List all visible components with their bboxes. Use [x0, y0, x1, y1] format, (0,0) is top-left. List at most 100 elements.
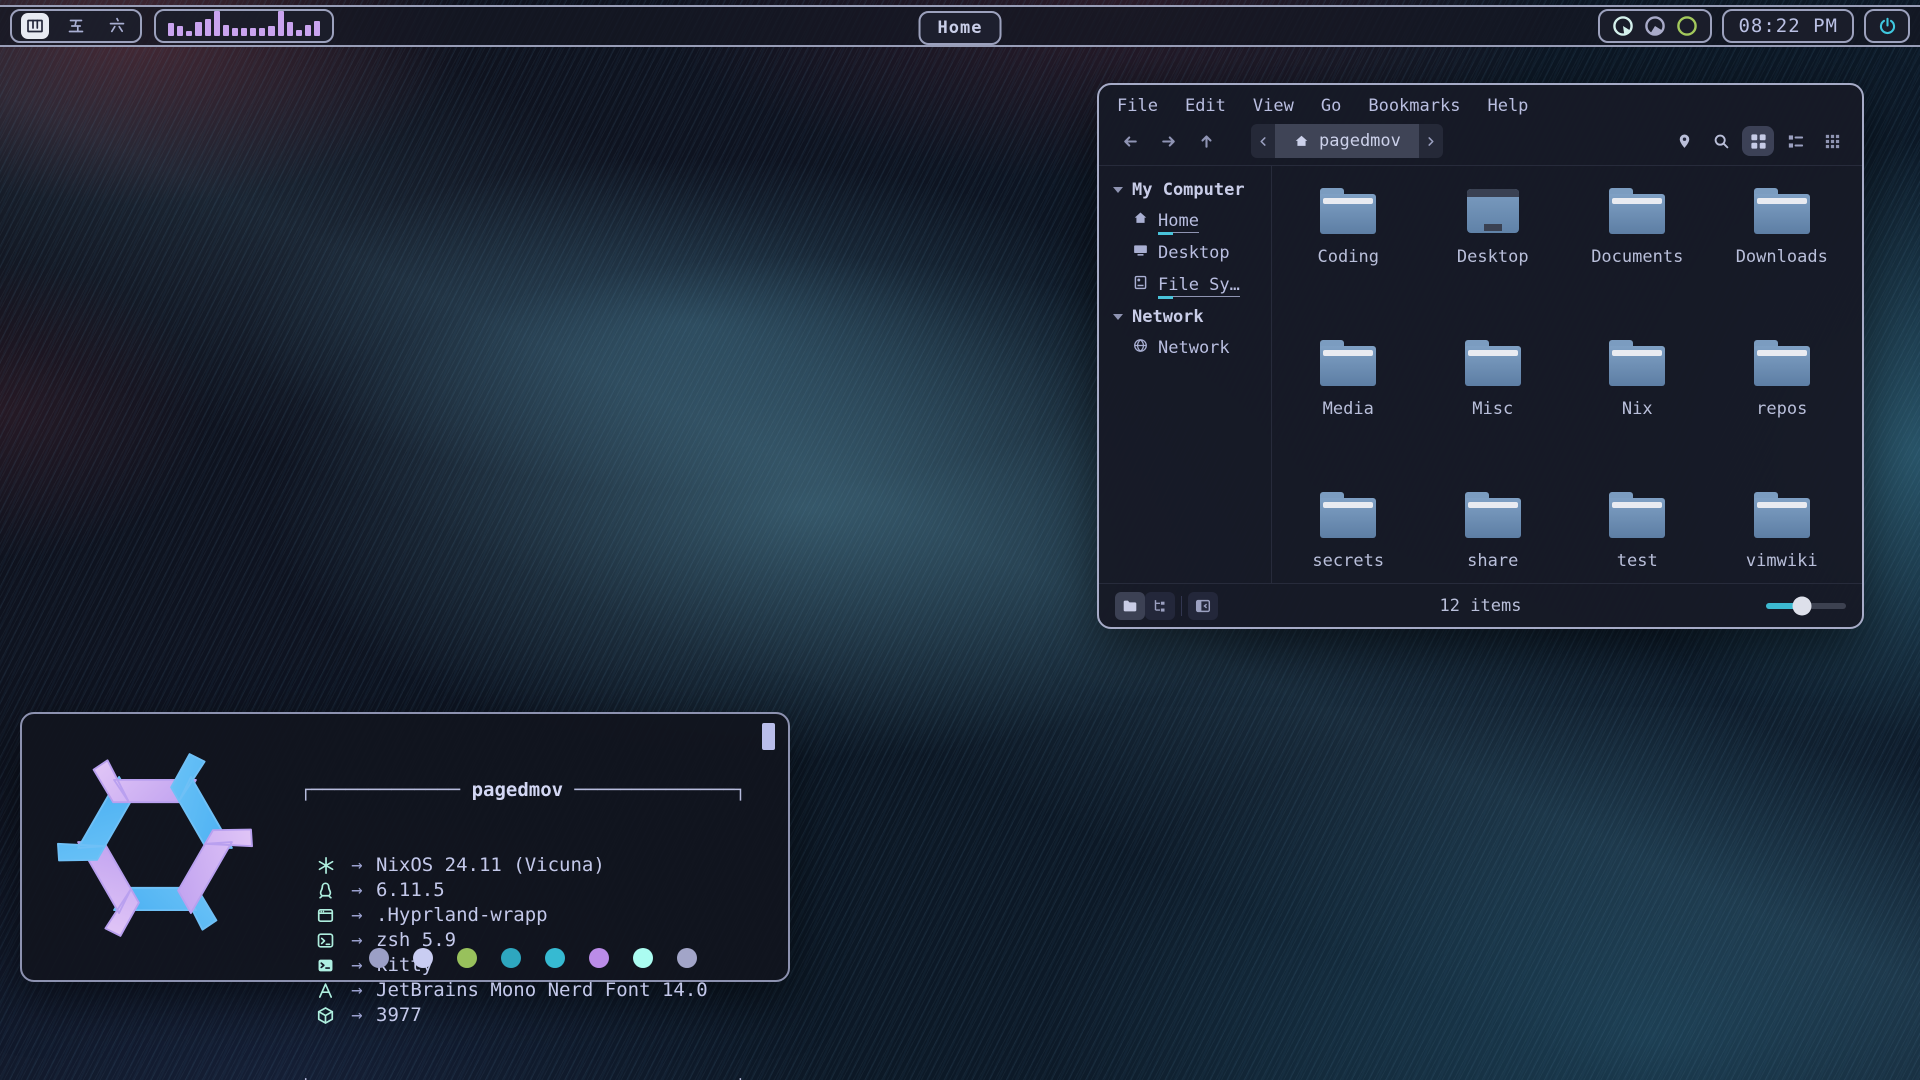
back-button[interactable]: [1113, 126, 1148, 156]
sidebar-item-desktop[interactable]: Desktop: [1113, 237, 1271, 269]
visualizer-bar: [287, 22, 293, 36]
file-item-nix[interactable]: Nix: [1565, 324, 1710, 476]
terminal-window[interactable]: ┌───────────── pagedmov ──────────────┐ …: [20, 712, 790, 982]
window-body: My ComputerHomeDesktopFile Sy…NetworkNet…: [1099, 166, 1862, 583]
file-item-media[interactable]: Media: [1276, 324, 1421, 476]
menu-go[interactable]: Go: [1321, 96, 1341, 116]
pane-toggle-buttons: [1115, 592, 1218, 620]
file-item-documents[interactable]: Documents: [1565, 172, 1710, 324]
menu-file[interactable]: File: [1117, 96, 1158, 116]
dir-tree-pane-button[interactable]: [1145, 592, 1175, 620]
fetch-row: →NixOS 24.11 (Vicuna): [300, 853, 766, 878]
file-item-share[interactable]: share: [1421, 476, 1566, 583]
path-bar: pagedmov: [1251, 124, 1443, 158]
places-sidebar: My ComputerHomeDesktopFile Sy… Network Net…: [1099, 166, 1271, 583]
section-label: Network: [1132, 307, 1204, 327]
system-monitor-rings: [1598, 9, 1712, 43]
arrow-glyph: →: [338, 978, 376, 1003]
slider-knob[interactable]: [1793, 596, 1812, 615]
location-pin-button[interactable]: [1668, 126, 1700, 156]
sidebar-section-network[interactable]: Network: [1113, 301, 1271, 332]
nixos-logo: [48, 738, 262, 952]
icon-zoom-slider[interactable]: [1766, 603, 1846, 609]
power-button[interactable]: [1864, 9, 1910, 43]
sidebar-item-home[interactable]: Home: [1113, 205, 1271, 237]
folder-icon: [1609, 492, 1665, 538]
visualizer-bar: [195, 22, 201, 36]
fetch-value: 6.11.5: [376, 878, 445, 903]
desktop-icon: [1132, 242, 1149, 264]
sidebar-item-filesy[interactable]: File Sy…: [1113, 269, 1271, 301]
visualizer-bar: [168, 23, 174, 36]
audio-visualizer: [154, 9, 334, 43]
up-button[interactable]: [1189, 126, 1224, 156]
fetch-box-top: ┌───────────── pagedmov ──────────────┐: [300, 778, 766, 803]
drive-icon: [1132, 274, 1149, 296]
sidebar-item-label: Network: [1158, 337, 1230, 359]
fetch-hostname: pagedmov: [460, 779, 574, 801]
visualizer-bar: [278, 11, 284, 36]
fetch-value: 3977: [376, 1003, 422, 1028]
file-item-label: share: [1467, 550, 1518, 572]
status-bar: 12 items: [1099, 583, 1862, 627]
file-item-label: repos: [1756, 398, 1807, 420]
file-item-label: Misc: [1472, 398, 1513, 420]
visualizer-bar: [259, 28, 265, 37]
forward-button[interactable]: [1151, 126, 1186, 156]
sidebar-item-network[interactable]: Network: [1113, 332, 1271, 364]
workspace-switcher[interactable]: [10, 9, 142, 43]
file-item-desktop[interactable]: Desktop: [1421, 172, 1566, 324]
arrow-glyph: →: [338, 903, 376, 928]
search-button[interactable]: [1705, 126, 1737, 156]
disk-ring: [1675, 14, 1699, 38]
visualizer-bar: [214, 11, 220, 36]
box-line-right: ──────────────┐: [575, 779, 747, 801]
compact-view-button[interactable]: [1779, 126, 1811, 156]
expander-icon: [1113, 187, 1123, 193]
palette-dot: [413, 948, 433, 968]
side-pane-toggle-button[interactable]: [1188, 592, 1218, 620]
file-item-label: Nix: [1622, 398, 1653, 420]
toolbar: pagedmov: [1099, 119, 1862, 165]
folder-icon: [1320, 188, 1376, 234]
visualizer-bar: [305, 25, 311, 36]
path-scroll-right[interactable]: [1419, 124, 1443, 158]
home-icon: [1132, 210, 1149, 232]
menu-help[interactable]: Help: [1487, 96, 1528, 116]
chevron-right-icon: [1424, 135, 1437, 148]
file-item-secrets[interactable]: secrets: [1276, 476, 1421, 583]
menu-edit[interactable]: Edit: [1185, 96, 1226, 116]
file-item-coding[interactable]: Coding: [1276, 172, 1421, 324]
back-icon: [1120, 131, 1141, 152]
path-segment-home[interactable]: pagedmov: [1275, 124, 1419, 158]
file-item-test[interactable]: test: [1565, 476, 1710, 583]
focused-window-title[interactable]: Home: [919, 11, 1002, 45]
palette-dot: [457, 948, 477, 968]
folder-icon: [1754, 340, 1810, 386]
workspace-1[interactable]: [21, 13, 49, 39]
visualizer-bar: [268, 26, 274, 36]
path-scroll-left[interactable]: [1251, 124, 1275, 158]
palette-dot: [677, 948, 697, 968]
palette-dot: [633, 948, 653, 968]
globe-icon: [1132, 337, 1149, 359]
file-item-downloads[interactable]: Downloads: [1710, 172, 1855, 324]
file-item-misc[interactable]: Misc: [1421, 324, 1566, 476]
file-item-vimwiki[interactable]: vimwiki: [1710, 476, 1855, 583]
sidebar-section-my-computer[interactable]: My Computer: [1113, 174, 1271, 205]
visualizer-bar: [205, 19, 211, 36]
visualizer-bar: [186, 31, 192, 36]
folder-icon: [1465, 492, 1521, 538]
arrow-glyph: →: [338, 878, 376, 903]
menu-bookmarks[interactable]: Bookmarks: [1368, 96, 1460, 116]
file-item-label: Desktop: [1457, 246, 1529, 268]
places-pane-button[interactable]: [1115, 592, 1145, 620]
workspace-3[interactable]: [103, 13, 131, 39]
thumbnail-view-button[interactable]: [1816, 126, 1848, 156]
file-item-repos[interactable]: repos: [1710, 324, 1855, 476]
workspace-2[interactable]: [62, 13, 90, 39]
topbar-right-group: 08:22 PM: [1598, 9, 1910, 43]
menu-view[interactable]: View: [1253, 96, 1294, 116]
palette-dot: [501, 948, 521, 968]
grid-view-button[interactable]: [1742, 126, 1774, 156]
